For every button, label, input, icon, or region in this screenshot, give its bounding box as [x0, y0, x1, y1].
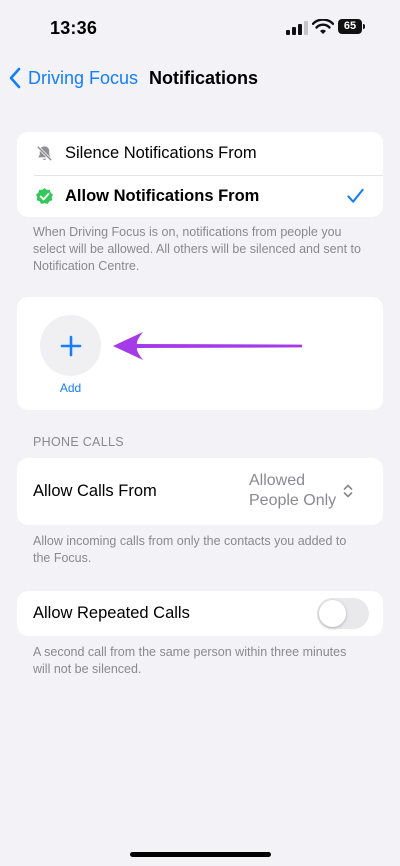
toggle-knob — [319, 600, 346, 627]
add-person-button[interactable] — [40, 315, 101, 376]
plus-icon — [60, 335, 81, 356]
allow-calls-value-line2: People Only — [249, 492, 337, 509]
repeated-calls-label: Allow Repeated Calls — [33, 604, 190, 622]
add-person-label[interactable]: Add — [40, 381, 101, 395]
chevron-up-down-icon — [343, 484, 353, 498]
notification-mode-card: Silence Notifications From Allow Notific… — [17, 132, 383, 217]
page-title: Notifications — [149, 68, 259, 88]
chevron-left-icon — [9, 67, 21, 89]
allow-calls-value-line1: Allowed — [249, 472, 306, 489]
bell-slash-icon — [36, 145, 53, 162]
repeated-calls-toggle[interactable] — [317, 598, 369, 629]
allow-calls-footnote: Allow incoming calls from only the conta… — [33, 534, 347, 565]
cellular-signal-icon — [286, 21, 308, 35]
battery-icon: 65 — [338, 19, 366, 34]
notification-mode-footnote: When Driving Focus is on, notifications … — [33, 225, 361, 273]
checkmark-icon — [347, 188, 364, 203]
status-time: 13:36 — [50, 18, 98, 38]
repeated-calls-footnote: A second call from the same person withi… — [33, 645, 347, 676]
option-allow-notifications[interactable]: Allow Notifications From — [17, 175, 383, 217]
allow-calls-row[interactable]: Allow Calls From Allowed People Only — [17, 458, 383, 525]
status-bar: 13:36 65 — [0, 0, 400, 54]
battery-level: 65 — [343, 20, 357, 32]
wifi-icon — [312, 19, 334, 34]
allow-calls-label: Allow Calls From — [33, 482, 157, 500]
option-silence-notifications[interactable]: Silence Notifications From — [17, 132, 383, 175]
option-allow-label: Allow Notifications From — [65, 187, 260, 205]
phone-calls-header: PHONE CALLS — [33, 435, 124, 449]
option-silence-label: Silence Notifications From — [65, 144, 257, 162]
annotation-arrow-icon — [113, 332, 302, 360]
home-indicator[interactable] — [130, 852, 271, 857]
navigation-bar: Driving Focus Notifications — [0, 56, 400, 100]
back-button-label: Driving Focus — [28, 67, 139, 88]
back-button[interactable]: Driving Focus — [8, 66, 138, 90]
checkmark-shield-icon — [35, 187, 54, 204]
